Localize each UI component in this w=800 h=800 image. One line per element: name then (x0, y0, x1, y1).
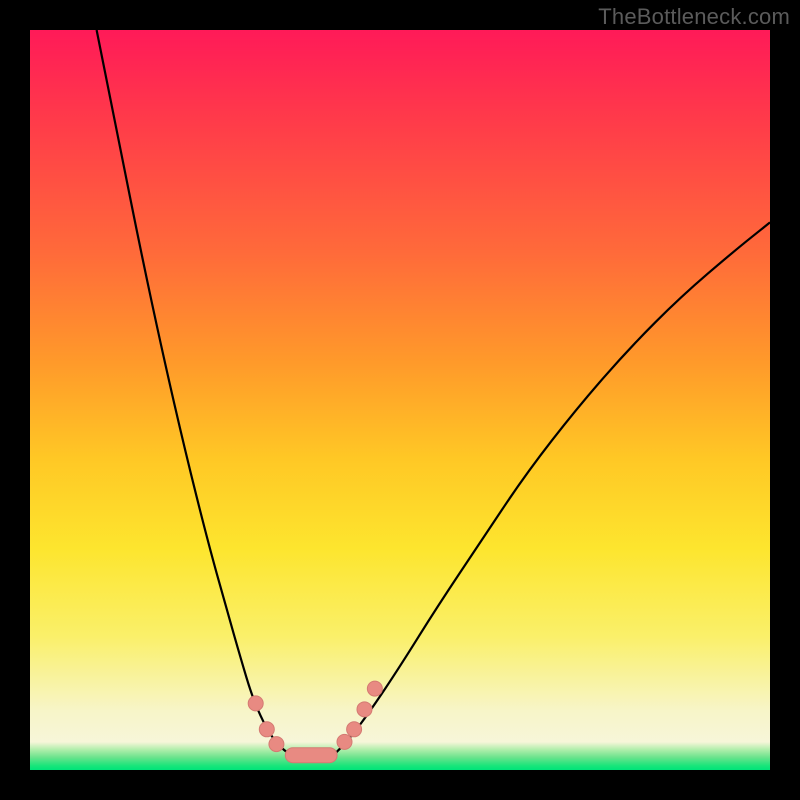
plot-area (30, 30, 770, 770)
bead-marker (269, 737, 284, 752)
watermark-text: TheBottleneck.com (598, 4, 790, 30)
bead-marker (357, 702, 372, 717)
curve-left-branch (97, 30, 293, 755)
curve-layer (30, 30, 770, 770)
bead-bar (285, 748, 337, 763)
bead-marker (337, 734, 352, 749)
bead-marker (259, 722, 274, 737)
chart-frame: TheBottleneck.com (0, 0, 800, 800)
curve-right-branch (333, 222, 770, 755)
bead-marker (347, 722, 362, 737)
bead-marker (367, 681, 382, 696)
bead-marker (248, 696, 263, 711)
